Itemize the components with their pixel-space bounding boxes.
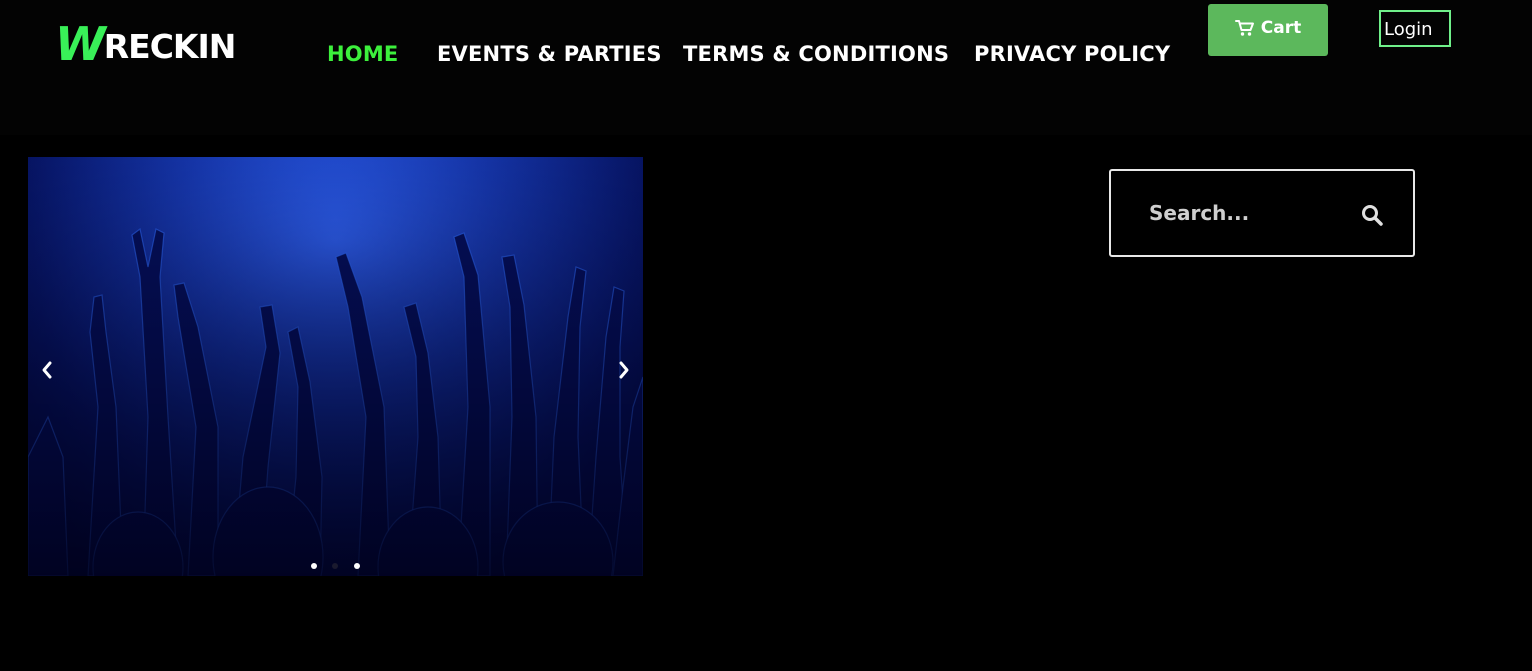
logo-initial: W [55,17,106,71]
site-header: W RECKIN HOME EVENTS & PARTIES TERMS & C… [0,0,1532,135]
login-button[interactable]: Login [1379,10,1451,47]
login-label: Login [1384,19,1433,40]
nav-item-home[interactable]: HOME [327,42,398,66]
nav-item-events-parties[interactable]: EVENTS & PARTIES [437,42,662,66]
slider-dot-2[interactable] [332,563,338,569]
search-box [1109,169,1415,257]
search-input[interactable] [1149,199,1349,227]
cart-label: Cart [1260,18,1302,38]
slider-dot-1[interactable] [311,563,317,569]
nav-item-privacy-policy[interactable]: PRIVACY POLICY [974,42,1170,66]
cart-button[interactable]: Cart [1208,4,1328,56]
nav-item-terms-conditions[interactable]: TERMS & CONDITIONS [683,42,949,66]
chevron-left-icon[interactable] [36,357,58,383]
hero-image-slider[interactable] [28,157,643,576]
search-icon[interactable] [1361,204,1383,226]
chevron-right-icon[interactable] [613,357,635,383]
slider-pagination [28,563,643,571]
site-logo[interactable]: W RECKIN [55,17,237,71]
slider-dot-3[interactable] [354,563,360,569]
concert-crowd-image [28,157,643,576]
logo-text: RECKIN [103,26,237,66]
cart-icon [1234,20,1254,36]
